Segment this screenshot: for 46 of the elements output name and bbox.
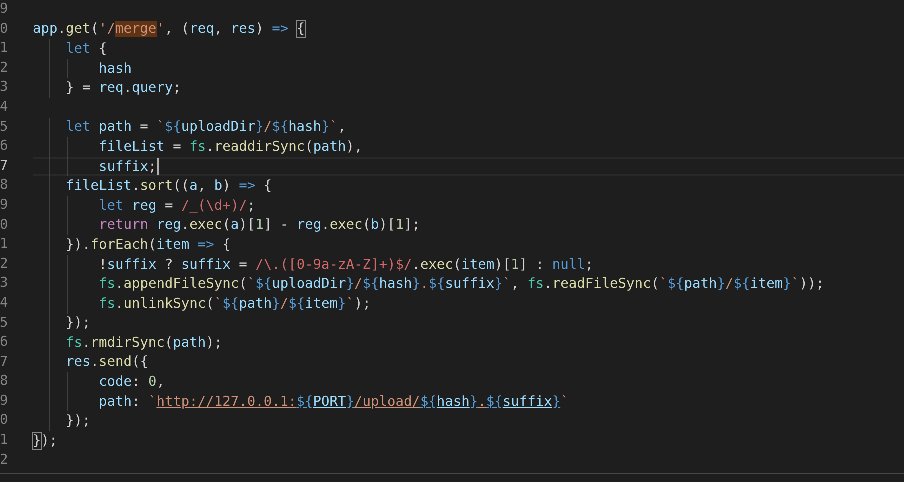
line-number: 0 [0, 411, 10, 430]
code-line: path: `http://127.0.0.1:${PORT}/upload/${hash}.${suffix}` [99, 392, 569, 411]
line-number: 9 [0, 196, 10, 215]
code-line: }); [66, 412, 91, 430]
code-line: let path = `${uploadDir}/${hash}`, [66, 118, 346, 136]
line-number: 1 [0, 39, 10, 58]
line-number: 3 [0, 274, 10, 294]
line-number: 6 [0, 137, 10, 156]
code-line: fs.appendFileSync(`${uploadDir}/${hash}.${suffix}`, fs.readFileSync(`${path}/${item}`)); [99, 275, 824, 294]
line-number: 2 [0, 58, 10, 78]
line-number: 2 [0, 254, 10, 274]
code-line: return reg.exec(a)[1] - reg.exec(b)[1]; [99, 216, 421, 234]
code-line: let reg = /_(\d+)/; [99, 196, 256, 215]
line-number: 6 [0, 333, 10, 352]
code-line: }).forEach(item => { [66, 236, 231, 254]
line-number: 1 [0, 431, 10, 450]
code-line: code: 0, [99, 373, 165, 392]
line-number: 7 [0, 156, 10, 176]
code-line: app.get('/merge', (req, res) => { [33, 20, 306, 38]
code-line: suffix; [99, 158, 157, 176]
line-number: 1 [0, 235, 10, 254]
code-line: }); [33, 432, 58, 450]
text-cursor [156, 158, 159, 176]
line-number: 0 [0, 216, 10, 235]
code-line: res.send({ [66, 353, 148, 372]
line-number: 4 [0, 294, 10, 313]
code-line: fs.rmdirSync(path); [66, 334, 223, 352]
code-line: fs.unlinkSync(`${path}/${item}`); [99, 294, 372, 313]
line-number: 9 [0, 392, 10, 411]
line-number: 3 [0, 78, 10, 98]
line-number: 7 [0, 352, 10, 372]
code-line: let { [66, 40, 108, 58]
code-line: fileList = fs.readdirSync(path), [99, 138, 363, 156]
code-line: !suffix ? suffix = /\.([0-9a-zA-Z]+)$/.exec(item)[1] : null; [99, 256, 594, 274]
line-number: 0 [0, 20, 10, 39]
code-line: } = req.query; [66, 79, 182, 98]
line-number: 9 [0, 0, 10, 19]
line-number: 5 [0, 118, 10, 137]
code-line: }); [66, 314, 91, 332]
code-line: fileList.sort((a, b) => { [66, 177, 272, 196]
code-line: hash [99, 60, 132, 78]
line-number: 8 [0, 176, 10, 196]
line-number: 5 [0, 314, 10, 332]
line-number: 4 [0, 98, 10, 117]
line-number: 2 [0, 450, 10, 470]
line-number: 8 [0, 372, 10, 392]
